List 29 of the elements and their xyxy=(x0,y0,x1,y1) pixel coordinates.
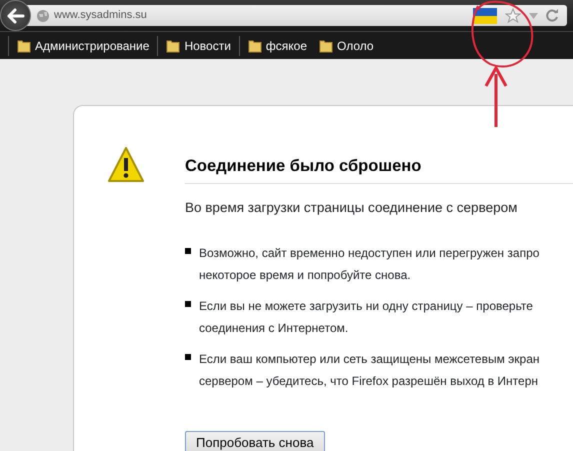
folder-icon xyxy=(166,38,180,52)
url-text: www.sysadmins.su xyxy=(54,8,147,24)
reload-icon[interactable] xyxy=(546,9,559,22)
suggestion-text: Возможно, сайт временно недоступен или перегружен запро xyxy=(199,245,540,262)
folder-icon xyxy=(319,38,333,52)
bookmark-folder[interactable]: Администрирование xyxy=(13,36,154,54)
suggestion-text: сервером – убедитесь, что Firefox разрешён выход в Интерн xyxy=(199,373,540,390)
bullet-icon xyxy=(185,354,191,360)
star-icon[interactable] xyxy=(505,8,521,24)
annotation-arrow xyxy=(484,64,508,127)
suggestion-text: Если ваш компьютер или сеть защищены межсетевым экран xyxy=(199,351,540,368)
suggestion-text: некоторое время и попробуйте снова. xyxy=(199,267,412,284)
bullet-icon xyxy=(185,301,191,307)
bookmark-folder[interactable]: Ололо xyxy=(315,36,378,54)
bookmark-folder[interactable]: фсякое xyxy=(244,36,311,54)
warning-icon xyxy=(107,146,145,184)
globe-icon xyxy=(36,8,50,22)
folder-icon xyxy=(248,38,262,52)
flag-icon[interactable] xyxy=(473,8,497,24)
back-button[interactable] xyxy=(0,0,31,31)
back-arrow-icon xyxy=(6,8,24,24)
suggestion-text: Если вы не можете загрузить ни одну страницу – проверьте xyxy=(199,298,533,315)
suggestion-text: соединения с Интернетом. xyxy=(199,320,350,337)
error-description: Во время загрузки страницы соединение с сервером xyxy=(185,198,518,217)
folder-icon xyxy=(17,38,31,52)
bookmark-folder[interactable]: Новости xyxy=(162,36,235,54)
bullet-icon xyxy=(185,248,191,254)
error-title: Соединение было сброшено xyxy=(185,154,573,184)
retry-button[interactable]: Попробовать снова xyxy=(185,431,325,451)
